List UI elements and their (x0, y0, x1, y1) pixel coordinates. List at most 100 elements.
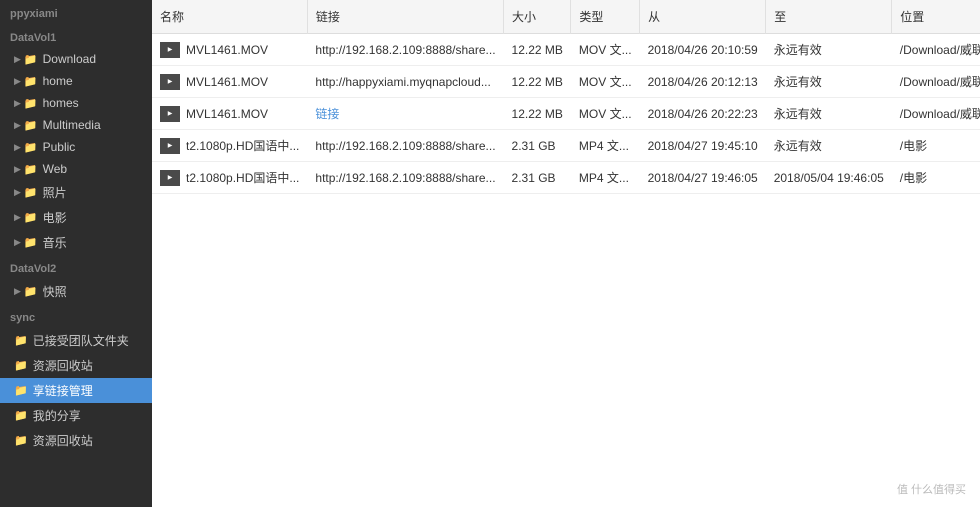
sidebar-item-label: 已接受团队文件夹 (33, 332, 129, 349)
cell-link[interactable]: 链接 (307, 98, 503, 130)
folder-icon: 📁 (24, 97, 38, 110)
cell-location: /电影 (892, 162, 980, 194)
folder-icon: 📁 (24, 75, 38, 88)
folder-icon: 📁 (14, 434, 28, 447)
sidebar-item-recycle[interactable]: 📁 资源回收站 (0, 353, 152, 378)
col-from: 从 (640, 0, 766, 34)
sidebar-item-recycle2[interactable]: 📁 资源回收站 (0, 428, 152, 453)
sidebar-item-team-folders[interactable]: 📁 已接受团队文件夹 (0, 328, 152, 353)
expand-arrow-icon: ▶ (14, 212, 21, 223)
table-header-row: 名称 链接 大小 类型 从 至 位置 创建人 (152, 0, 980, 34)
section-sync: sync (0, 304, 152, 328)
cell-location: /电影 (892, 130, 980, 162)
folder-icon: 📁 (14, 384, 28, 397)
cell-location: /Download/威联通 (892, 66, 980, 98)
folder-icon: 📁 (24, 119, 38, 132)
sidebar-item-label: 音乐 (43, 234, 67, 251)
cell-size: 12.22 MB (504, 98, 571, 130)
cell-to: 永远有效 (766, 98, 892, 130)
cell-type: MOV 文... (571, 66, 640, 98)
app-name: ppyxiami (0, 0, 152, 24)
cell-name: MVL1461.MOV (152, 34, 307, 66)
sidebar-item-public[interactable]: ▶ 📁 Public (0, 136, 152, 158)
folder-icon: 📁 (24, 53, 38, 66)
cell-size: 2.31 GB (504, 130, 571, 162)
cell-name: MVL1461.MOV (152, 98, 307, 130)
section-datavol2: DataVol2 (0, 255, 152, 279)
col-link: 链接 (307, 0, 503, 34)
cell-name: t2.1080p.HD国语中... (152, 130, 307, 162)
cell-location: /Download/威联通 (892, 98, 980, 130)
cell-from: 2018/04/26 20:12:13 (640, 66, 766, 98)
file-video-icon (160, 170, 180, 186)
expand-arrow-icon: ▶ (14, 142, 21, 153)
cell-from: 2018/04/26 20:10:59 (640, 34, 766, 66)
file-name-text: MVL1461.MOV (186, 75, 268, 89)
sidebar-item-download[interactable]: ▶ 📁 Download (0, 48, 152, 70)
table-row: MVL1461.MOVhttp://happyxiami.myqnapcloud… (152, 66, 980, 98)
folder-icon: 📁 (24, 285, 38, 298)
expand-arrow-icon: ▶ (14, 237, 21, 248)
folder-icon: 📁 (24, 141, 38, 154)
share-link[interactable]: 链接 (315, 107, 339, 121)
folder-icon: 📁 (24, 186, 38, 199)
table-row: t2.1080p.HD国语中...http://192.168.2.109:88… (152, 130, 980, 162)
col-to: 至 (766, 0, 892, 34)
cell-to: 永远有效 (766, 66, 892, 98)
cell-to: 永远有效 (766, 130, 892, 162)
cell-name: MVL1461.MOV (152, 66, 307, 98)
expand-arrow-icon: ▶ (14, 120, 21, 131)
folder-icon: 📁 (14, 334, 28, 347)
sidebar-item-movies[interactable]: ▶ 📁 电影 (0, 205, 152, 230)
sidebar-item-label: 照片 (43, 184, 67, 201)
cell-link: http://192.168.2.109:8888/share... (307, 34, 503, 66)
sidebar-item-photos[interactable]: ▶ 📁 照片 (0, 180, 152, 205)
sidebar-item-my-share[interactable]: 📁 我的分享 (0, 403, 152, 428)
cell-size: 12.22 MB (504, 34, 571, 66)
col-location: 位置 (892, 0, 980, 34)
sidebar-item-home[interactable]: ▶ 📁 home (0, 70, 152, 92)
cell-location: /Download/威联通 (892, 34, 980, 66)
expand-arrow-icon: ▶ (14, 54, 21, 65)
sidebar-item-snapshot[interactable]: ▶ 📁 快照 (0, 279, 152, 304)
file-name-text: t2.1080p.HD国语中... (186, 137, 299, 154)
col-type: 类型 (571, 0, 640, 34)
expand-arrow-icon: ▶ (14, 187, 21, 198)
cell-link: http://192.168.2.109:8888/share... (307, 162, 503, 194)
file-video-icon (160, 42, 180, 58)
cell-type: MP4 文... (571, 162, 640, 194)
cell-name: t2.1080p.HD国语中... (152, 162, 307, 194)
sidebar-item-web[interactable]: ▶ 📁 Web (0, 158, 152, 180)
sidebar-item-homes[interactable]: ▶ 📁 homes (0, 92, 152, 114)
cell-to: 2018/05/04 19:46:05 (766, 162, 892, 194)
cell-from: 2018/04/27 19:46:05 (640, 162, 766, 194)
sidebar-item-label: 快照 (43, 283, 67, 300)
sidebar-item-label: 享链接管理 (33, 382, 93, 399)
table-row: t2.1080p.HD国语中... http://192.168.2.109:88… (152, 162, 980, 194)
expand-arrow-icon: ▶ (14, 76, 21, 87)
expand-arrow-icon: ▶ (14, 98, 21, 109)
file-name-text: MVL1461.MOV (186, 43, 268, 57)
cell-size: 2.31 GB (504, 162, 571, 194)
sidebar-item-label: homes (43, 96, 79, 110)
section-datavol1: DataVol1 (0, 24, 152, 48)
cell-type: MP4 文... (571, 130, 640, 162)
cell-type: MOV 文... (571, 98, 640, 130)
sidebar-item-label: Public (43, 140, 76, 154)
cell-type: MOV 文... (571, 34, 640, 66)
sidebar-item-music[interactable]: ▶ 📁 音乐 (0, 230, 152, 255)
cell-to: 永远有效 (766, 34, 892, 66)
folder-icon: 📁 (24, 163, 38, 176)
file-video-icon (160, 106, 180, 122)
watermark: 值 什么值得买 (893, 479, 970, 499)
sidebar-item-share-links[interactable]: 📁 享链接管理 (0, 378, 152, 403)
cell-from: 2018/04/27 19:45:10 (640, 130, 766, 162)
table-row: MVL1461.MOV http://192.168.2.109:8888/sha… (152, 34, 980, 66)
cell-size: 12.22 MB (504, 66, 571, 98)
sidebar-item-label: 电影 (43, 209, 67, 226)
expand-arrow-icon: ▶ (14, 164, 21, 175)
file-table: 名称 链接 大小 类型 从 至 位置 创建人 MVL1461.MOVhttp:/… (152, 0, 980, 194)
folder-icon: 📁 (14, 409, 28, 422)
sidebar-item-multimedia[interactable]: ▶ 📁 Multimedia (0, 114, 152, 136)
file-name-text: t2.1080p.HD国语中... (186, 169, 299, 186)
